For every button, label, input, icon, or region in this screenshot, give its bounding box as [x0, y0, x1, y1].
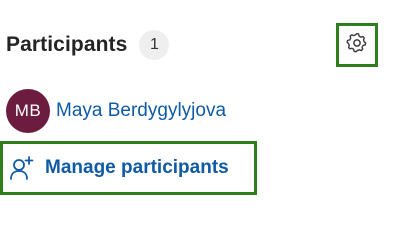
manage-participants-button[interactable]: Manage participants [0, 141, 257, 195]
participant-name[interactable]: Maya Berdygylyjova [56, 100, 226, 122]
participants-title: Participants [6, 33, 128, 56]
settings-button[interactable] [336, 23, 378, 67]
manage-participants-label: Manage participants [45, 157, 229, 178]
gear-icon [346, 32, 368, 59]
avatar: MB [6, 89, 50, 133]
add-person-icon [7, 153, 37, 183]
participants-header: Participants 1 [6, 30, 170, 60]
participant-row[interactable]: MB Maya Berdygylyjova [6, 89, 226, 133]
participant-count-badge: 1 [139, 30, 170, 60]
